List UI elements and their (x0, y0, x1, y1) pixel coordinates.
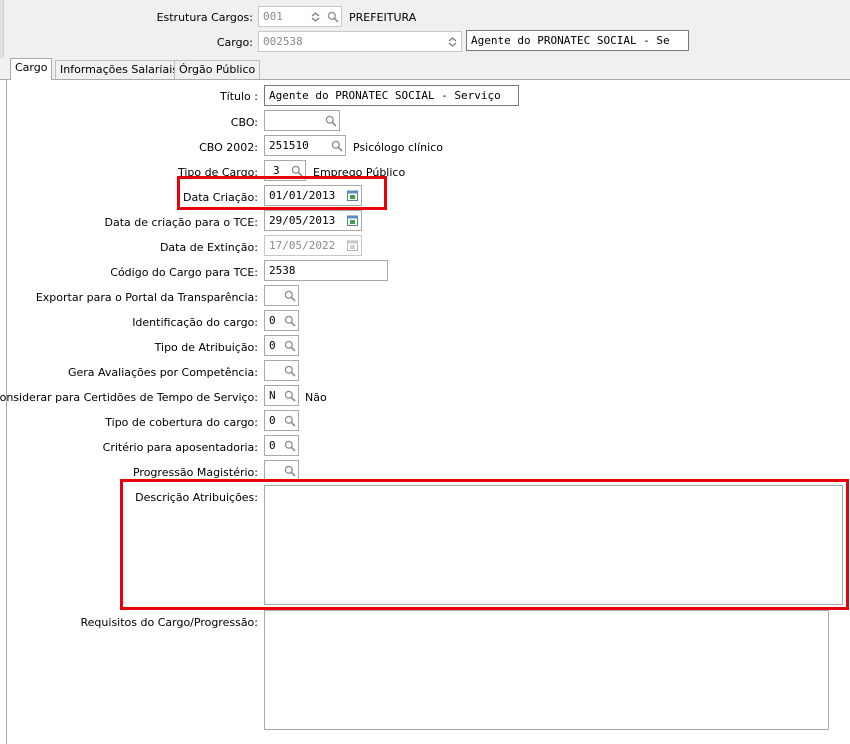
data-criacao-calendar-button[interactable] (343, 185, 362, 206)
magnifier-icon (325, 115, 337, 127)
magnifier-icon (284, 365, 296, 377)
tipo-cobertura-label: Tipo de cobertura do cargo: (105, 416, 258, 429)
tipo-cargo-label: Tipo de Cargo: (177, 166, 258, 179)
requisitos-label: Requisitos do Cargo/Progressão: (80, 616, 258, 629)
descricao-textarea[interactable] (264, 485, 843, 605)
magnifier-icon (284, 340, 296, 352)
estrutura-spin-button[interactable] (306, 6, 324, 27)
data-criacao-label: Data Criação: (183, 191, 258, 204)
header-panel: Estrutura Cargos: 001 PREFEITURA Cargo: … (0, 0, 850, 58)
cargo-desc: Agente do PRONATEC SOCIAL - Se (471, 34, 670, 47)
data-tce-value: 29/05/2013 (269, 214, 336, 227)
tipo-atribuicao-label: Tipo de Atribuição: (154, 341, 258, 354)
progressao-search-button[interactable] (280, 460, 299, 481)
cargo-dropdown-button[interactable] (443, 31, 462, 52)
exportar-label: Exportar para o Portal da Transparência: (35, 291, 258, 304)
cbo2002-value: 251510 (269, 139, 309, 152)
magnifier-icon (284, 390, 296, 402)
magnifier-icon (284, 440, 296, 452)
tab-orgao-publico[interactable]: Órgão Público (174, 60, 261, 79)
considerar-value: N (269, 389, 276, 402)
tipo-cargo-value: 3 (273, 164, 280, 177)
identificacao-search-button[interactable] (280, 310, 299, 331)
identificacao-label: Identificação do cargo: (132, 316, 258, 329)
magnifier-icon (327, 11, 339, 23)
codigo-tce-label: Código do Cargo para TCE: (110, 266, 258, 279)
considerar-label: Considerar para Certidões de Tempo de Se… (0, 391, 258, 404)
identificacao-value: 0 (269, 314, 276, 327)
requisitos-textarea[interactable] (264, 610, 829, 730)
calendar-icon (347, 190, 358, 201)
cargo-label: Cargo: (216, 36, 253, 49)
chevron-down-icon (448, 36, 457, 47)
tipo-atribuicao-value: 0 (269, 339, 276, 352)
criterio-value: 0 (269, 439, 276, 452)
cbo-search-button[interactable] (321, 110, 340, 131)
titulo-value: Agente do PRONATEC SOCIAL - Serviço (269, 89, 501, 102)
data-criacao-value: 01/01/2013 (269, 189, 336, 202)
titulo-field[interactable]: Agente do PRONATEC SOCIAL - Serviço (264, 85, 519, 106)
data-extincao-value: 17/05/2022 (269, 239, 336, 252)
header-left-strip (0, 0, 4, 58)
tipo-cargo-search-button[interactable] (287, 160, 306, 181)
cbo-label: CBO: (230, 116, 258, 129)
cbo2002-desc: Psicólogo clínico (353, 141, 443, 154)
cargo-field[interactable]: 002538 (258, 31, 462, 52)
estrutura-search-button[interactable] (324, 6, 342, 27)
tipo-cobertura-value: 0 (269, 414, 276, 427)
magnifier-icon (284, 290, 296, 302)
descricao-label: Descrição Atribuições: (135, 491, 258, 504)
tab-strip: Cargo Informações Salariais Órgão Públic… (0, 58, 850, 80)
codigo-tce-field[interactable]: 2538 (264, 260, 388, 281)
magnifier-icon (284, 465, 296, 477)
gera-avaliacoes-search-button[interactable] (280, 360, 299, 381)
criterio-label: Critério para aposentadoria: (102, 441, 258, 454)
gera-avaliacoes-label: Gera Avaliações por Competência: (67, 366, 258, 379)
titulo-label: Título : (219, 90, 258, 103)
spin-arrows-icon (311, 11, 319, 22)
calendar-icon (347, 215, 358, 226)
cbo2002-search-button[interactable] (327, 135, 346, 156)
estrutura-label: Estrutura Cargos: (156, 11, 253, 24)
tipo-cobertura-search-button[interactable] (280, 410, 299, 431)
estrutura-desc: PREFEITURA (349, 11, 417, 24)
data-tce-label: Data de criação para o TCE: (104, 216, 258, 229)
exportar-search-button[interactable] (280, 285, 299, 306)
data-extincao-label: Data de Extinção: (159, 241, 258, 254)
data-tce-calendar-button[interactable] (343, 210, 362, 231)
tab-informacoes-salariais[interactable]: Informações Salariais (55, 60, 184, 79)
criterio-search-button[interactable] (280, 435, 299, 456)
considerar-search-button[interactable] (280, 385, 299, 406)
tipo-atribuicao-search-button[interactable] (280, 335, 299, 356)
magnifier-icon (331, 140, 343, 152)
progressao-label: Progressão Magistério: (132, 466, 258, 479)
magnifier-icon (291, 165, 303, 177)
cargo-value: 002538 (263, 35, 303, 48)
calendar-icon (347, 240, 358, 251)
cbo2002-label: CBO 2002: (199, 141, 258, 154)
data-extincao-calendar-button[interactable] (343, 235, 362, 256)
cargo-desc-field[interactable]: Agente do PRONATEC SOCIAL - Se (466, 30, 689, 51)
considerar-desc: Não (305, 391, 327, 404)
tipo-cargo-desc: Emprego Público (313, 166, 406, 179)
magnifier-icon (284, 315, 296, 327)
magnifier-icon (284, 415, 296, 427)
estrutura-value: 001 (263, 10, 283, 23)
codigo-tce-value: 2538 (269, 264, 296, 277)
tab-cargo[interactable]: Cargo (10, 58, 53, 80)
